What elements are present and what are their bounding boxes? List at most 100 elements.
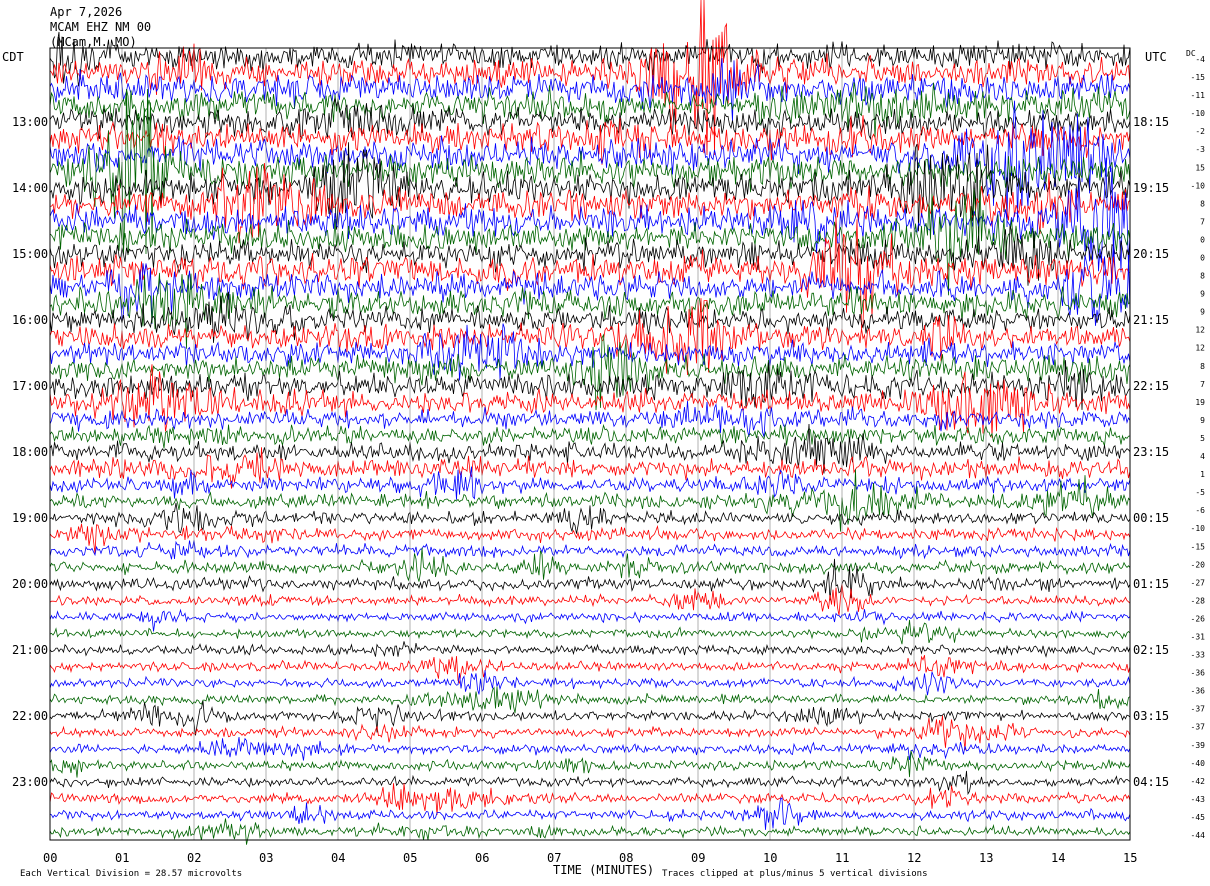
dc-offset-label: 1 (1200, 470, 1205, 479)
dc-offset-label: -36 (1191, 687, 1206, 696)
left-hour-label: 21:00 (12, 643, 48, 657)
dc-offset-label: -37 (1191, 705, 1206, 714)
dc-offset-label: -40 (1191, 759, 1206, 768)
right-timezone-label: UTC (1145, 50, 1167, 64)
dc-offset-label: -36 (1191, 669, 1206, 678)
trace-row-3 (49, 82, 1131, 138)
x-tick-label: 13 (979, 851, 993, 865)
right-hour-label: 19:15 (1133, 181, 1169, 195)
right-hour-label: 23:15 (1133, 445, 1169, 459)
x-tick-label: 05 (403, 851, 417, 865)
x-tick-label: 11 (835, 851, 849, 865)
right-hour-label: 03:15 (1133, 709, 1169, 723)
trace-row-16 (49, 291, 1131, 343)
dc-offset-label: 15 (1195, 163, 1205, 172)
dc-offset-label: -44 (1191, 831, 1206, 840)
x-tick-label: 12 (907, 851, 921, 865)
dc-offset-label: -10 (1191, 109, 1206, 118)
dc-offset-label: -37 (1191, 723, 1206, 732)
trace-row-30 (49, 540, 1131, 560)
x-tick-label: 06 (475, 851, 489, 865)
trace-row-46 (49, 797, 1131, 830)
right-hour-label: 20:15 (1133, 247, 1169, 261)
x-tick-label: 10 (763, 851, 777, 865)
left-hour-label: 16:00 (12, 313, 48, 327)
dc-offset-label: 19 (1195, 398, 1205, 407)
right-hour-label: 21:15 (1133, 313, 1169, 327)
trace-row-36 (49, 641, 1131, 658)
helicorder-chart: Apr 7,2026 MCAM EHZ NM 00 (MCam,M. MO) C… (2, 0, 1206, 879)
left-hour-labels: 13:00 14:00 15:00 16:00 17:00 18:00 19:00 20:00… (12, 115, 48, 789)
x-tick-label: 02 (187, 851, 201, 865)
dc-offset-label: -28 (1191, 596, 1206, 605)
trace-row-37 (49, 654, 1131, 685)
left-hour-label: 23:00 (12, 775, 48, 789)
trace-row-34 (49, 608, 1131, 632)
left-hour-label: 22:00 (12, 709, 48, 723)
dc-offset-label: -20 (1191, 560, 1206, 569)
dc-offset-label: -42 (1191, 777, 1206, 786)
dc-offset-label: -26 (1191, 614, 1206, 623)
dc-offset-label: 0 (1200, 254, 1205, 263)
left-hour-label: 13:00 (12, 115, 48, 129)
dc-offset-label: -4 (1195, 55, 1205, 64)
dc-offset-labels: -4 -15 -11 -10 -2 -3 15 -10 8 7 0 0 8 9 9 12 12 8 7 19 9 5 4 1 -… (1191, 55, 1206, 840)
trace-row-47 (49, 818, 1131, 845)
trace-layer (49, 0, 1131, 845)
right-hour-label: 02:15 (1133, 643, 1169, 657)
dc-offset-label: -6 (1195, 506, 1205, 515)
dc-offset-label: 8 (1200, 199, 1205, 208)
right-hour-label: 01:15 (1133, 577, 1169, 591)
right-hour-labels: 18:15 19:15 20:15 21:15 22:15 23:15 00:15 01:15… (1133, 115, 1169, 789)
left-hour-label: 17:00 (12, 379, 48, 393)
dc-offset-label: -5 (1195, 488, 1205, 497)
left-hour-label: 15:00 (12, 247, 48, 261)
dc-offset-label: -45 (1191, 813, 1206, 822)
dc-offset-label: 0 (1200, 235, 1205, 244)
trace-row-32 (49, 558, 1131, 601)
trace-row-5 (49, 115, 1131, 165)
trace-row-2 (49, 58, 1131, 122)
right-hour-label: 04:15 (1133, 775, 1169, 789)
x-tick-label: 00 (43, 851, 57, 865)
header-date: Apr 7,2026 (50, 5, 122, 19)
left-timezone-label: CDT (2, 50, 24, 64)
x-tick-label: 15 (1123, 851, 1137, 865)
dc-offset-label: 8 (1200, 272, 1205, 281)
dc-offset-label: -10 (1191, 524, 1206, 533)
footer-clip-note: Traces clipped at plus/minus 5 vertical … (662, 869, 928, 879)
header-location: (MCam,M. MO) (50, 35, 137, 49)
dc-offset-label: -3 (1195, 145, 1205, 154)
trace-row-41 (49, 715, 1131, 751)
trace-row-38 (49, 670, 1131, 696)
dc-offset-label: 12 (1195, 344, 1205, 353)
dc-offset-label: 9 (1200, 290, 1205, 299)
trace-row-33 (49, 584, 1131, 616)
dc-header-label: DC (1186, 49, 1196, 58)
x-axis-label: TIME (MINUTES) (553, 863, 654, 877)
dc-offset-label: 4 (1200, 452, 1205, 461)
trace-row-25 (49, 447, 1131, 489)
left-hour-label: 14:00 (12, 181, 48, 195)
dc-offset-label: 12 (1195, 326, 1205, 335)
dc-offset-label: -10 (1191, 181, 1206, 190)
left-hour-label: 18:00 (12, 445, 48, 459)
dc-offset-label: -2 (1195, 127, 1205, 136)
x-tick-label: 01 (115, 851, 129, 865)
dc-offset-label: 9 (1200, 308, 1205, 317)
trace-row-44 (49, 770, 1131, 796)
x-tick-label: 09 (691, 851, 705, 865)
trace-row-42 (49, 736, 1131, 761)
right-hour-label: 00:15 (1133, 511, 1169, 525)
dc-offset-label: 5 (1200, 434, 1205, 443)
dc-offset-label: 7 (1200, 380, 1205, 389)
right-hour-label: 22:15 (1133, 379, 1169, 393)
trace-row-43 (49, 750, 1131, 778)
right-hour-label: 18:15 (1133, 115, 1169, 129)
x-tick-label: 03 (259, 851, 273, 865)
left-hour-label: 19:00 (12, 511, 48, 525)
trace-row-28 (49, 502, 1131, 534)
dc-offset-label: -11 (1191, 91, 1206, 100)
footer-scale-note: Each Vertical Division = 28.57 microvolt… (20, 869, 242, 879)
x-tick-label: 04 (331, 851, 345, 865)
